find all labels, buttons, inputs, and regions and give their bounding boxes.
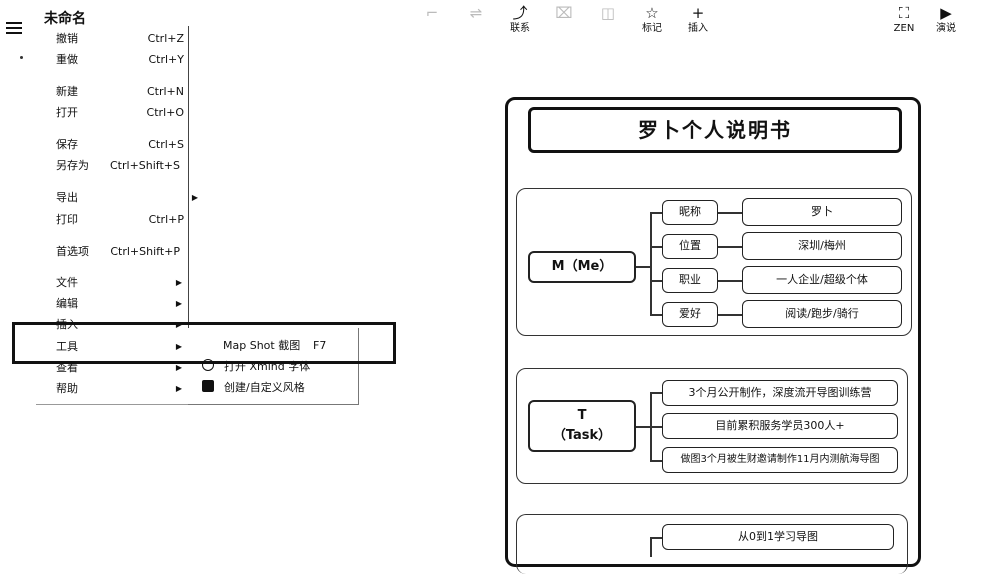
toolbar-button-marker[interactable]: ☆ 标记: [630, 4, 674, 36]
top-toolbar: ⌐ ⇌ ⤴ 联系 ⌧ ◫ ☆ 标记 + 插入 ⛶ ZEN ▶ 演说: [410, 2, 996, 42]
mindmap-value-occupation[interactable]: 一人企业/超级个体: [742, 266, 902, 294]
chevron-right-icon: ▶: [175, 278, 182, 287]
mindmap-value-location[interactable]: 深圳/梅州: [742, 232, 902, 260]
relation-icon: ⤴: [512, 4, 528, 22]
menu-item-print[interactable]: 打印 Ctrl+P: [56, 211, 206, 229]
menu-item-open[interactable]: 打开 Ctrl+O: [56, 104, 206, 122]
mindmap-section3-item-1[interactable]: 从0到1学习导图: [662, 524, 894, 550]
mindmap-root-task[interactable]: T （Task）: [528, 400, 636, 452]
toolbar-icon-4: ⌧: [555, 4, 573, 22]
connector: [650, 212, 662, 214]
submenu-item-custom-style[interactable]: 创建/自定义风格: [202, 379, 305, 397]
toolbar-button-relation[interactable]: ⤴ 联系: [498, 4, 542, 36]
toolbar-button-pitch[interactable]: ▶ 演说: [924, 4, 968, 36]
connector: [718, 280, 742, 282]
chevron-right-icon: ▶: [175, 299, 182, 308]
connector: [650, 280, 662, 282]
menu-item-save-as[interactable]: 另存为 Ctrl+Shift+S: [56, 157, 206, 175]
style-icon: [202, 380, 214, 392]
toolbar-button-4[interactable]: ⌧: [542, 4, 586, 36]
connector: [650, 426, 662, 428]
star-icon: ☆: [645, 4, 659, 22]
connector: [718, 246, 742, 248]
mindmap-key-location[interactable]: 位置: [662, 234, 718, 259]
toolbar-icon-1: ⌐: [425, 4, 439, 22]
plus-icon: +: [691, 4, 705, 22]
mindmap-task-item-1[interactable]: 3个月公开制作，深度流开导图训练营: [662, 380, 898, 406]
toolbar-icon-5: ◫: [600, 4, 616, 22]
connector: [636, 426, 650, 428]
fullscreen-icon: ⛶: [898, 4, 910, 22]
mindmap-value-nickname[interactable]: 罗卜: [742, 198, 902, 226]
menu-item-redo[interactable]: 重做 Ctrl+Y: [56, 51, 206, 69]
mindmap-title[interactable]: 罗卜个人说明书: [528, 107, 902, 153]
menu-item-undo[interactable]: 撤销 Ctrl+Z: [56, 30, 206, 48]
connector: [650, 212, 652, 315]
chevron-right-icon: ▶: [191, 193, 198, 202]
document-title[interactable]: 未命名: [44, 8, 86, 28]
connector: [650, 314, 662, 316]
menu-item-save[interactable]: 保存 Ctrl+S: [56, 136, 206, 154]
connector: [650, 246, 662, 248]
menu-item-help[interactable]: 帮助 ▶: [56, 380, 206, 398]
toolbar-button-1[interactable]: ⌐: [410, 4, 454, 36]
menu-item-file[interactable]: 文件 ▶: [56, 274, 206, 292]
menu-item-edit[interactable]: 编辑 ▶: [56, 295, 206, 313]
hamburger-menu-icon[interactable]: [6, 20, 22, 34]
connector: [718, 212, 742, 214]
toolbar-button-5[interactable]: ◫: [586, 4, 630, 36]
chevron-right-icon: ▶: [175, 384, 182, 393]
mindmap-key-nickname[interactable]: 昵称: [662, 200, 718, 225]
connector: [636, 266, 650, 268]
menu-item-export[interactable]: 导出 ▶: [56, 189, 206, 207]
play-icon: ▶: [940, 4, 952, 22]
connector: [650, 537, 652, 557]
mindmap-root-me[interactable]: M（Me）: [528, 251, 636, 283]
toolbar-icon-2: ⇌: [469, 4, 483, 22]
mindmap-key-occupation[interactable]: 职业: [662, 268, 718, 293]
toolbar-button-zen[interactable]: ⛶ ZEN: [882, 4, 926, 36]
mindmap-key-hobby[interactable]: 爱好: [662, 302, 718, 327]
mindmap-task-item-2[interactable]: 目前累积服务学员300人+: [662, 413, 898, 439]
toolbar-button-insert[interactable]: + 插入: [676, 4, 720, 36]
toolbar-button-2[interactable]: ⇌: [454, 4, 498, 36]
connector: [650, 537, 662, 539]
connector: [718, 314, 742, 316]
bullet-dot: [20, 56, 23, 59]
menu-item-preferences[interactable]: 首选项 Ctrl+Shift+P: [56, 243, 206, 261]
mindmap-task-item-3[interactable]: 做图3个月被生财邀请制作11月内测航海导图: [662, 447, 898, 473]
connector: [650, 460, 662, 462]
annotation-highlight-box: [12, 322, 396, 364]
mindmap-value-hobby[interactable]: 阅读/跑步/骑行: [742, 300, 902, 328]
connector: [650, 392, 662, 394]
menu-item-new[interactable]: 新建 Ctrl+N: [56, 83, 206, 101]
